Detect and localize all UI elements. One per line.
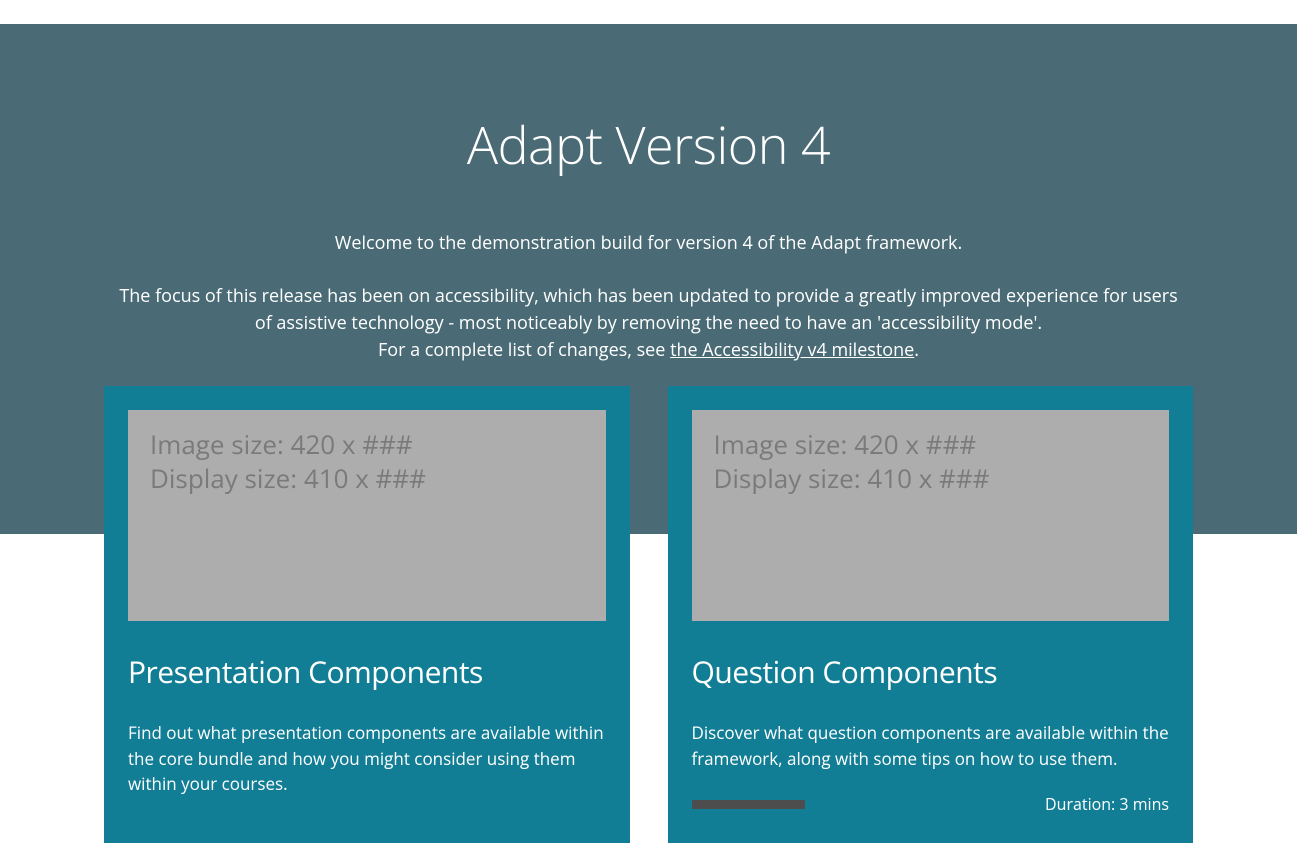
card-title: Question Components xyxy=(692,651,1170,692)
top-bar xyxy=(0,0,1297,24)
card-image-placeholder: Image size: 420 x ### Display size: 410 … xyxy=(692,410,1170,621)
card-image-placeholder: Image size: 420 x ### Display size: 410 … xyxy=(128,410,606,621)
card-title: Presentation Components xyxy=(128,651,606,692)
card-footer: Duration: 3 mins xyxy=(692,793,1170,815)
hero-body-text: The focus of this release has been on ac… xyxy=(110,283,1187,364)
card-presentation-components[interactable]: Image size: 420 x ### Display size: 410 … xyxy=(104,386,630,843)
hero-body-line1: The focus of this release has been on ac… xyxy=(119,284,1177,335)
card-description: Find out what presentation components ar… xyxy=(128,720,606,797)
page-title: Adapt Version 4 xyxy=(110,109,1187,180)
display-size-text: Display size: 410 x ### xyxy=(150,462,584,496)
hero-body-line2-prefix: For a complete list of changes, see xyxy=(378,338,670,362)
card-button[interactable] xyxy=(692,800,805,809)
hero-body-line2-suffix: . xyxy=(914,338,919,362)
hero-intro-text: Welcome to the demonstration build for v… xyxy=(110,230,1187,257)
image-size-text: Image size: 420 x ### xyxy=(150,428,584,462)
cards-container: Image size: 420 x ### Display size: 410 … xyxy=(0,386,1297,843)
card-description: Discover what question components are av… xyxy=(692,720,1170,771)
image-size-text: Image size: 420 x ### xyxy=(714,428,1148,462)
card-question-components[interactable]: Image size: 420 x ### Display size: 410 … xyxy=(668,386,1194,843)
card-duration: Duration: 3 mins xyxy=(1045,793,1169,815)
display-size-text: Display size: 410 x ### xyxy=(714,462,1148,496)
accessibility-milestone-link[interactable]: the Accessibility v4 milestone xyxy=(670,338,914,362)
